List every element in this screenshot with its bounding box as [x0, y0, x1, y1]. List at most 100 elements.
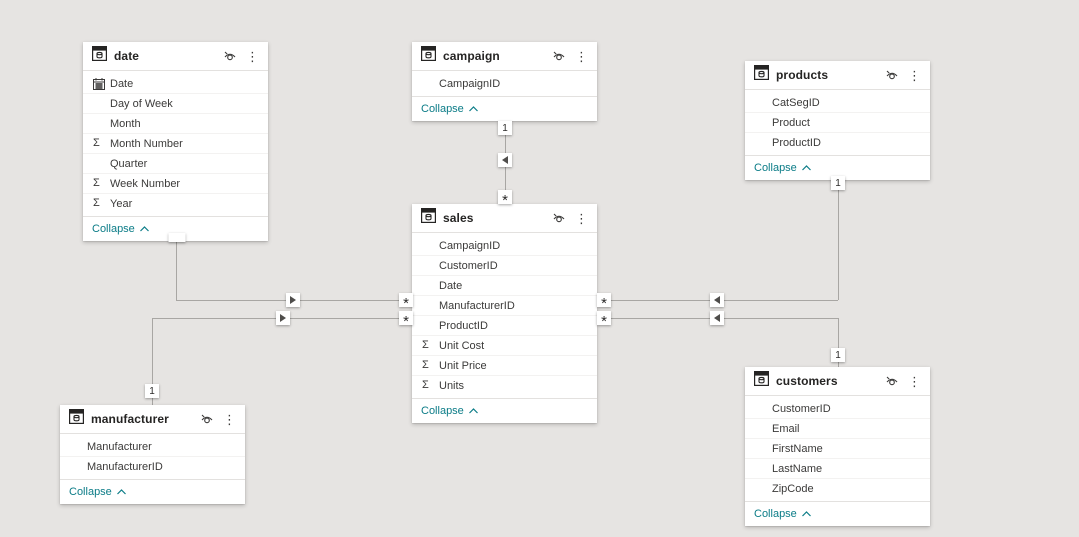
- table-icon: [68, 408, 85, 429]
- field-name: CustomerID: [439, 259, 498, 272]
- eye-icon[interactable]: [222, 50, 238, 62]
- arrow-left-icon: [714, 296, 720, 304]
- table-title: manufacturer: [91, 412, 169, 426]
- field-row[interactable]: Σ Week Number: [83, 174, 268, 194]
- entity-card-date[interactable]: date ⋮ Date Day of Week Month Σ Month Num…: [83, 42, 268, 241]
- entity-card-sales[interactable]: sales ⋮ CampaignID CustomerID Date Manuf…: [412, 204, 597, 423]
- field-row[interactable]: ProductID: [745, 133, 930, 152]
- field-name: ProductID: [439, 319, 488, 332]
- field-list: Date Day of Week Month Σ Month Number Qua…: [83, 71, 268, 217]
- eye-icon[interactable]: [551, 50, 567, 62]
- field-row[interactable]: CustomerID: [412, 256, 597, 276]
- field-row[interactable]: Σ Units: [412, 376, 597, 395]
- cardinality-one-marker: 1: [831, 348, 845, 362]
- relationship-line-products-sales[interactable]: [838, 175, 839, 300]
- field-row[interactable]: CustomerID: [745, 399, 930, 419]
- field-row[interactable]: CatSegID: [745, 93, 930, 113]
- more-options-icon[interactable]: ⋮: [245, 50, 260, 63]
- field-name: CustomerID: [772, 402, 831, 415]
- cardinality-many-marker: *: [399, 293, 413, 311]
- field-name: Day of Week: [110, 97, 173, 110]
- cardinality-one-marker: 1: [498, 121, 512, 135]
- model-view-canvas: 1 * * 1 * 1 * 1 * date ⋮ Date Day of Wee…: [0, 0, 1079, 537]
- field-row[interactable]: Quarter: [83, 154, 268, 174]
- table-header[interactable]: products ⋮: [745, 61, 930, 90]
- chevron-up-icon: [468, 408, 478, 414]
- more-options-icon[interactable]: ⋮: [907, 69, 922, 82]
- field-name: CampaignID: [439, 77, 501, 90]
- field-name: Month: [110, 117, 141, 130]
- field-list: CampaignID: [412, 71, 597, 97]
- collapse-label: Collapse: [421, 103, 464, 115]
- field-row[interactable]: Σ Unit Price: [412, 356, 597, 376]
- collapse-label: Collapse: [92, 223, 135, 235]
- field-name: ProductID: [772, 136, 821, 149]
- collapse-label: Collapse: [69, 486, 112, 498]
- field-row[interactable]: ZipCode: [745, 479, 930, 498]
- field-row[interactable]: Manufacturer: [60, 437, 245, 457]
- field-row[interactable]: FirstName: [745, 439, 930, 459]
- more-options-icon[interactable]: ⋮: [222, 413, 237, 426]
- field-row[interactable]: Σ Month Number: [83, 134, 268, 154]
- arrow-left-icon: [502, 156, 508, 164]
- filter-direction-arrow-icon[interactable]: [286, 293, 300, 307]
- table-icon: [91, 45, 108, 66]
- eye-icon[interactable]: [199, 413, 215, 425]
- field-list: CatSegID Product ProductID: [745, 90, 930, 156]
- arrow-left-icon: [714, 314, 720, 322]
- chevron-up-icon: [801, 165, 811, 171]
- table-title: products: [776, 68, 829, 82]
- field-row[interactable]: Σ Unit Cost: [412, 336, 597, 356]
- field-name: CatSegID: [772, 96, 820, 109]
- table-icon: [420, 207, 437, 228]
- filter-direction-arrow-icon[interactable]: [710, 311, 724, 325]
- collapse-button[interactable]: Collapse: [412, 399, 597, 423]
- sigma-icon: Σ: [422, 379, 429, 391]
- entity-card-campaign[interactable]: campaign ⋮ CampaignID Collapse: [412, 42, 597, 121]
- eye-icon[interactable]: [551, 212, 567, 224]
- field-row[interactable]: CampaignID: [412, 236, 597, 256]
- filter-direction-arrow-icon[interactable]: [498, 153, 512, 167]
- field-row[interactable]: Date: [412, 276, 597, 296]
- field-row[interactable]: Date: [83, 74, 268, 94]
- cardinality-many-marker: *: [498, 190, 512, 208]
- more-options-icon[interactable]: ⋮: [574, 212, 589, 225]
- field-name: ManufacturerID: [87, 460, 163, 473]
- table-header[interactable]: customers ⋮: [745, 367, 930, 396]
- field-row[interactable]: ManufacturerID: [60, 457, 245, 476]
- collapse-button[interactable]: Collapse: [60, 480, 245, 504]
- entity-card-products[interactable]: products ⋮ CatSegID Product ProductID Co…: [745, 61, 930, 180]
- collapse-button[interactable]: Collapse: [412, 97, 597, 121]
- collapse-label: Collapse: [754, 508, 797, 520]
- table-header[interactable]: manufacturer ⋮: [60, 405, 245, 434]
- field-name: Month Number: [110, 137, 183, 150]
- table-header[interactable]: campaign ⋮: [412, 42, 597, 71]
- field-row[interactable]: Month: [83, 114, 268, 134]
- field-list: CustomerID Email FirstName LastName ZipC…: [745, 396, 930, 502]
- sigma-icon: Σ: [422, 339, 429, 351]
- relationship-line-date-sales[interactable]: [176, 235, 177, 300]
- field-name: Units: [439, 379, 465, 392]
- field-row[interactable]: ProductID: [412, 316, 597, 336]
- field-row[interactable]: Email: [745, 419, 930, 439]
- table-title: customers: [776, 374, 838, 388]
- sigma-icon: Σ: [93, 177, 100, 189]
- eye-icon[interactable]: [884, 69, 900, 81]
- cardinality-marker-hidden: [168, 233, 186, 242]
- more-options-icon[interactable]: ⋮: [907, 375, 922, 388]
- field-row[interactable]: ManufacturerID: [412, 296, 597, 316]
- filter-direction-arrow-icon[interactable]: [710, 293, 724, 307]
- entity-card-manufacturer[interactable]: manufacturer ⋮ Manufacturer Manufacturer…: [60, 405, 245, 504]
- filter-direction-arrow-icon[interactable]: [276, 311, 290, 325]
- field-row[interactable]: Σ Year: [83, 194, 268, 213]
- entity-card-customers[interactable]: customers ⋮ CustomerID Email FirstName L…: [745, 367, 930, 526]
- field-row[interactable]: CampaignID: [412, 74, 597, 93]
- table-header[interactable]: date ⋮: [83, 42, 268, 71]
- collapse-button[interactable]: Collapse: [745, 502, 930, 526]
- table-icon: [753, 64, 770, 85]
- eye-icon[interactable]: [884, 375, 900, 387]
- field-row[interactable]: Product: [745, 113, 930, 133]
- field-row[interactable]: LastName: [745, 459, 930, 479]
- more-options-icon[interactable]: ⋮: [574, 50, 589, 63]
- field-row[interactable]: Day of Week: [83, 94, 268, 114]
